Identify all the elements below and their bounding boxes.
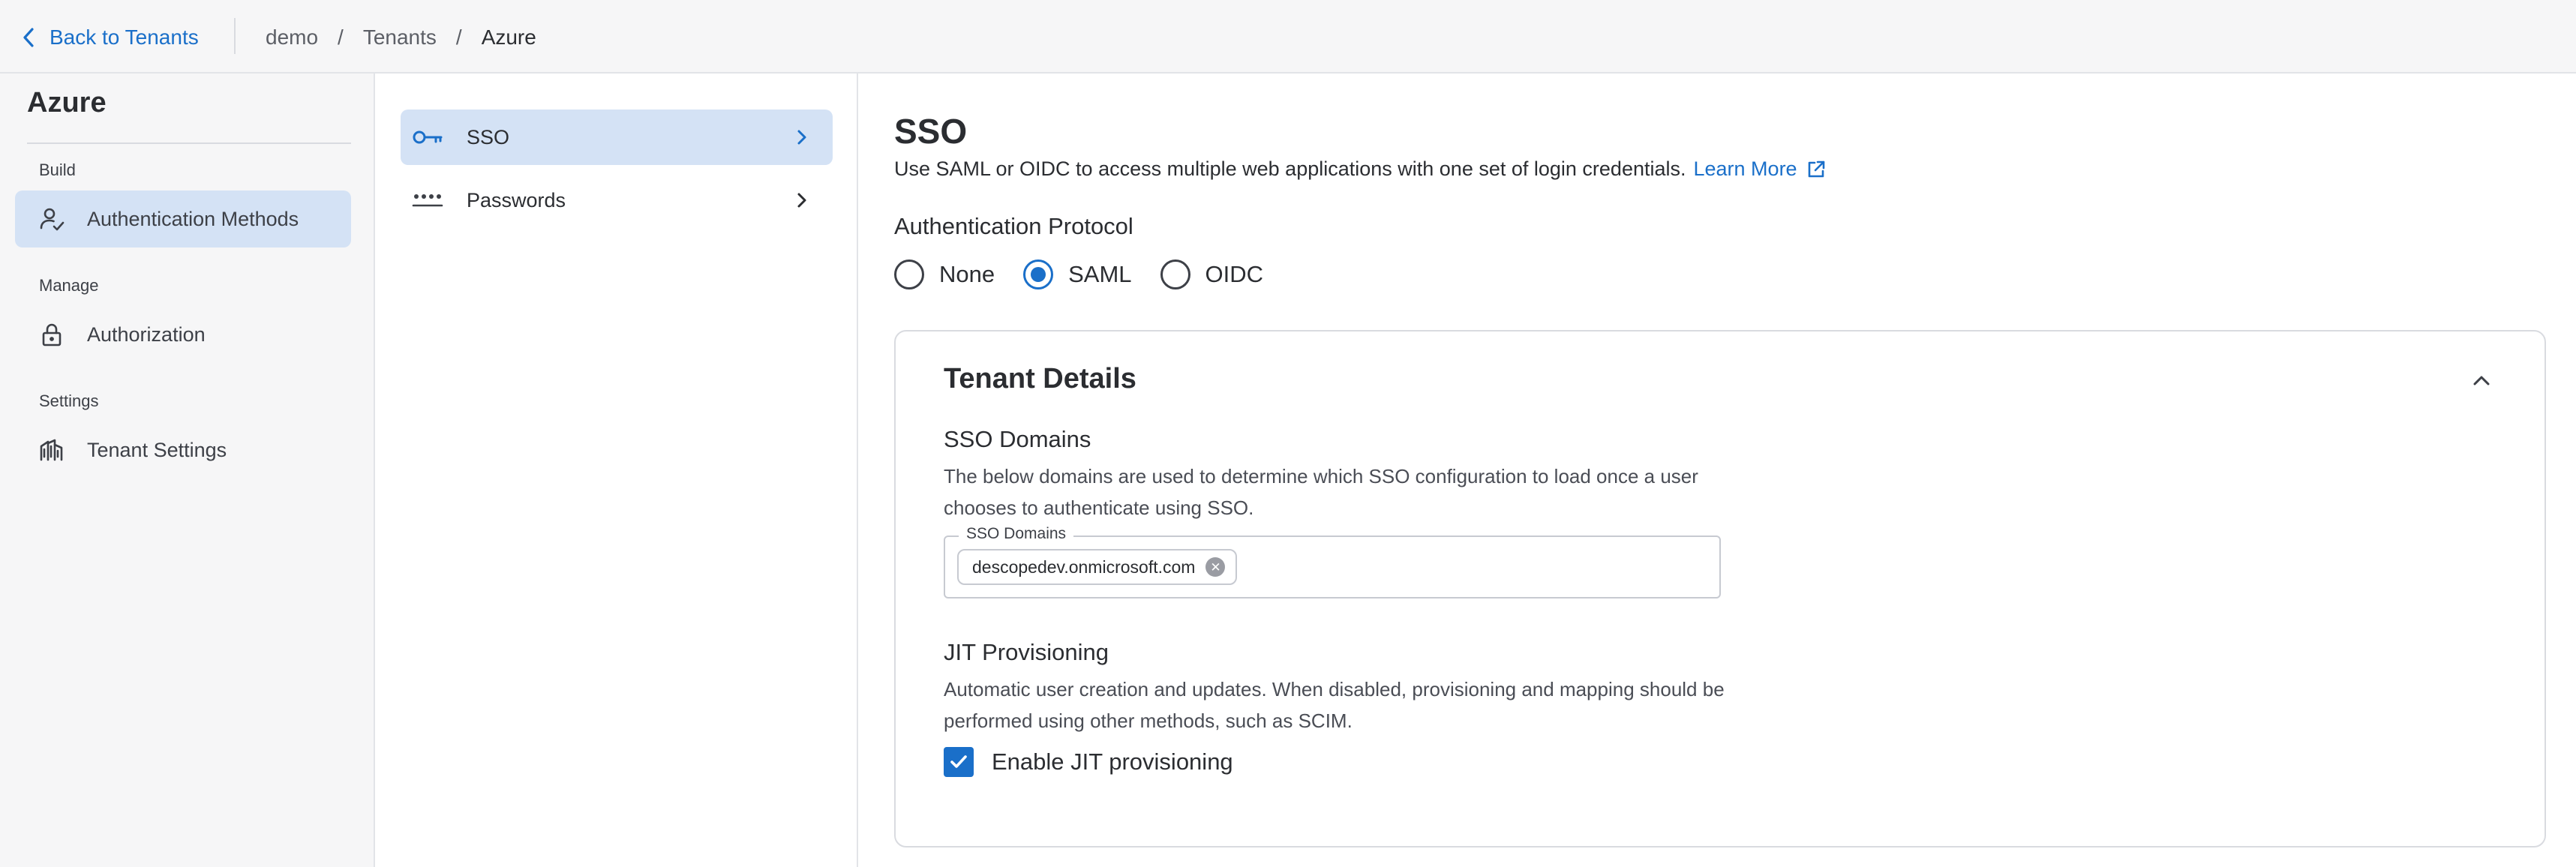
checkbox-label: Enable JIT provisioning xyxy=(992,748,1233,775)
radio-label: SAML xyxy=(1068,261,1132,287)
chevron-left-icon xyxy=(23,27,35,48)
sidebar-item-authentication-methods[interactable]: Authentication Methods xyxy=(15,190,351,248)
section-label-manage: Manage xyxy=(39,276,99,295)
method-label: SSO xyxy=(467,125,510,148)
radio-oidc[interactable]: OIDC xyxy=(1160,260,1264,290)
main-content: SSO Use SAML or OIDC to access multiple … xyxy=(858,74,2576,867)
radio-label: OIDC xyxy=(1205,261,1264,287)
sidebar: Azure Build Authentication Methods Manag… xyxy=(0,74,375,867)
method-item-sso[interactable]: SSO xyxy=(401,110,833,165)
breadcrumb-separator: / xyxy=(455,26,462,49)
sso-domains-input[interactable]: SSO Domains descopedev.onmicrosoft.com ✕ xyxy=(944,525,1721,598)
sidebar-item-authorization[interactable]: Authorization xyxy=(15,306,351,363)
tenant-details-card: Tenant Details SSO Domains The below dom… xyxy=(894,330,2546,848)
lock-icon xyxy=(39,322,65,347)
password-dots-icon xyxy=(411,188,444,213)
sidebar-item-label: Tenant Settings xyxy=(87,438,227,461)
breadcrumb-tenants[interactable]: Tenants xyxy=(363,26,437,50)
sidebar-item-label: Authentication Methods xyxy=(87,207,299,230)
radio-saml[interactable]: SAML xyxy=(1023,260,1132,290)
chevron-right-icon xyxy=(794,129,810,146)
breadcrumb: demo / Tenants / Azure xyxy=(266,21,536,54)
card-title: Tenant Details xyxy=(944,363,1136,394)
radio-button xyxy=(1160,260,1190,290)
user-check-icon xyxy=(39,206,65,232)
sidebar-item-tenant-settings[interactable]: Tenant Settings xyxy=(15,422,351,478)
top-divider xyxy=(234,18,236,54)
jit-provisioning-description: Automatic user creation and updates. Whe… xyxy=(944,678,1725,732)
section-label-build: Build xyxy=(39,160,76,179)
learn-more-label: Learn More xyxy=(1693,158,1797,180)
remove-chip-icon[interactable]: ✕ xyxy=(1205,557,1226,577)
sidebar-divider xyxy=(27,142,351,144)
description-text: Use SAML or OIDC to access multiple web … xyxy=(894,158,1686,180)
sidebar-item-label: Authorization xyxy=(87,322,206,346)
back-link-label: Back to Tenants xyxy=(50,26,199,49)
building-icon xyxy=(39,437,65,463)
learn-more-link[interactable]: Learn More xyxy=(1694,158,1826,181)
method-item-passwords[interactable]: Passwords xyxy=(401,172,833,228)
page-title: SSO xyxy=(894,112,968,151)
chevron-up-icon[interactable] xyxy=(2469,369,2493,393)
breadcrumb-demo[interactable]: demo xyxy=(266,26,318,50)
sso-domains-title: SSO Domains xyxy=(944,426,1091,452)
domain-chip[interactable]: descopedev.onmicrosoft.com ✕ xyxy=(957,549,1238,585)
checkbox-checked-icon xyxy=(944,747,974,777)
protocol-radio-group: None SAML OIDC xyxy=(894,256,1292,292)
section-label-settings: Settings xyxy=(39,392,99,410)
auth-methods-list: SSO Passwords xyxy=(375,74,858,867)
top-bar: Back to Tenants demo / Tenants / Azure xyxy=(0,0,2576,74)
radio-none[interactable]: None xyxy=(894,260,995,290)
radio-button xyxy=(894,260,924,290)
external-link-icon xyxy=(1806,160,1826,179)
radio-button-checked xyxy=(1023,260,1054,290)
authentication-protocol-label: Authentication Protocol xyxy=(894,213,1133,239)
breadcrumb-current: Azure xyxy=(481,26,536,49)
page-description: Use SAML or OIDC to access multiple web … xyxy=(894,158,1826,181)
radio-dot xyxy=(1031,267,1046,282)
chevron-right-icon xyxy=(794,192,810,208)
radio-label: None xyxy=(939,261,995,287)
back-to-tenants-link[interactable]: Back to Tenants xyxy=(23,21,199,54)
sso-domains-description: The below domains are used to determine … xyxy=(944,465,1698,519)
breadcrumb-separator: / xyxy=(338,26,344,49)
domain-chip-label: descopedev.onmicrosoft.com xyxy=(972,556,1196,577)
key-icon xyxy=(411,124,444,150)
method-label: Passwords xyxy=(467,188,566,212)
jit-provisioning-title: JIT Provisioning xyxy=(944,639,1109,665)
enable-jit-checkbox[interactable]: Enable JIT provisioning xyxy=(944,747,1233,777)
tenant-name: Azure xyxy=(27,87,107,118)
sso-domains-field-label: SSO Domains xyxy=(959,525,1074,543)
